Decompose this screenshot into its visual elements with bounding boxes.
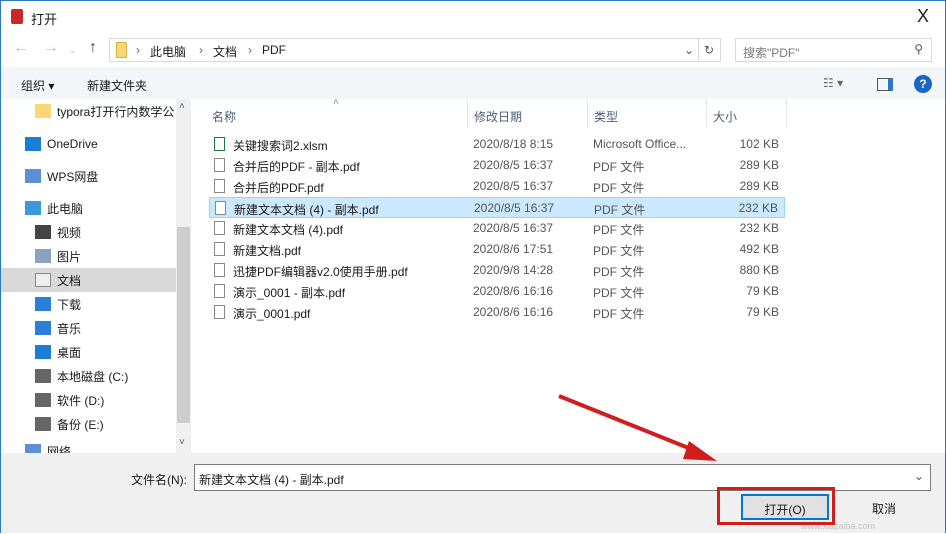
annotation-arrow	[558, 394, 717, 461]
arrow-shaft	[558, 394, 702, 455]
arrow-head	[683, 441, 717, 461]
